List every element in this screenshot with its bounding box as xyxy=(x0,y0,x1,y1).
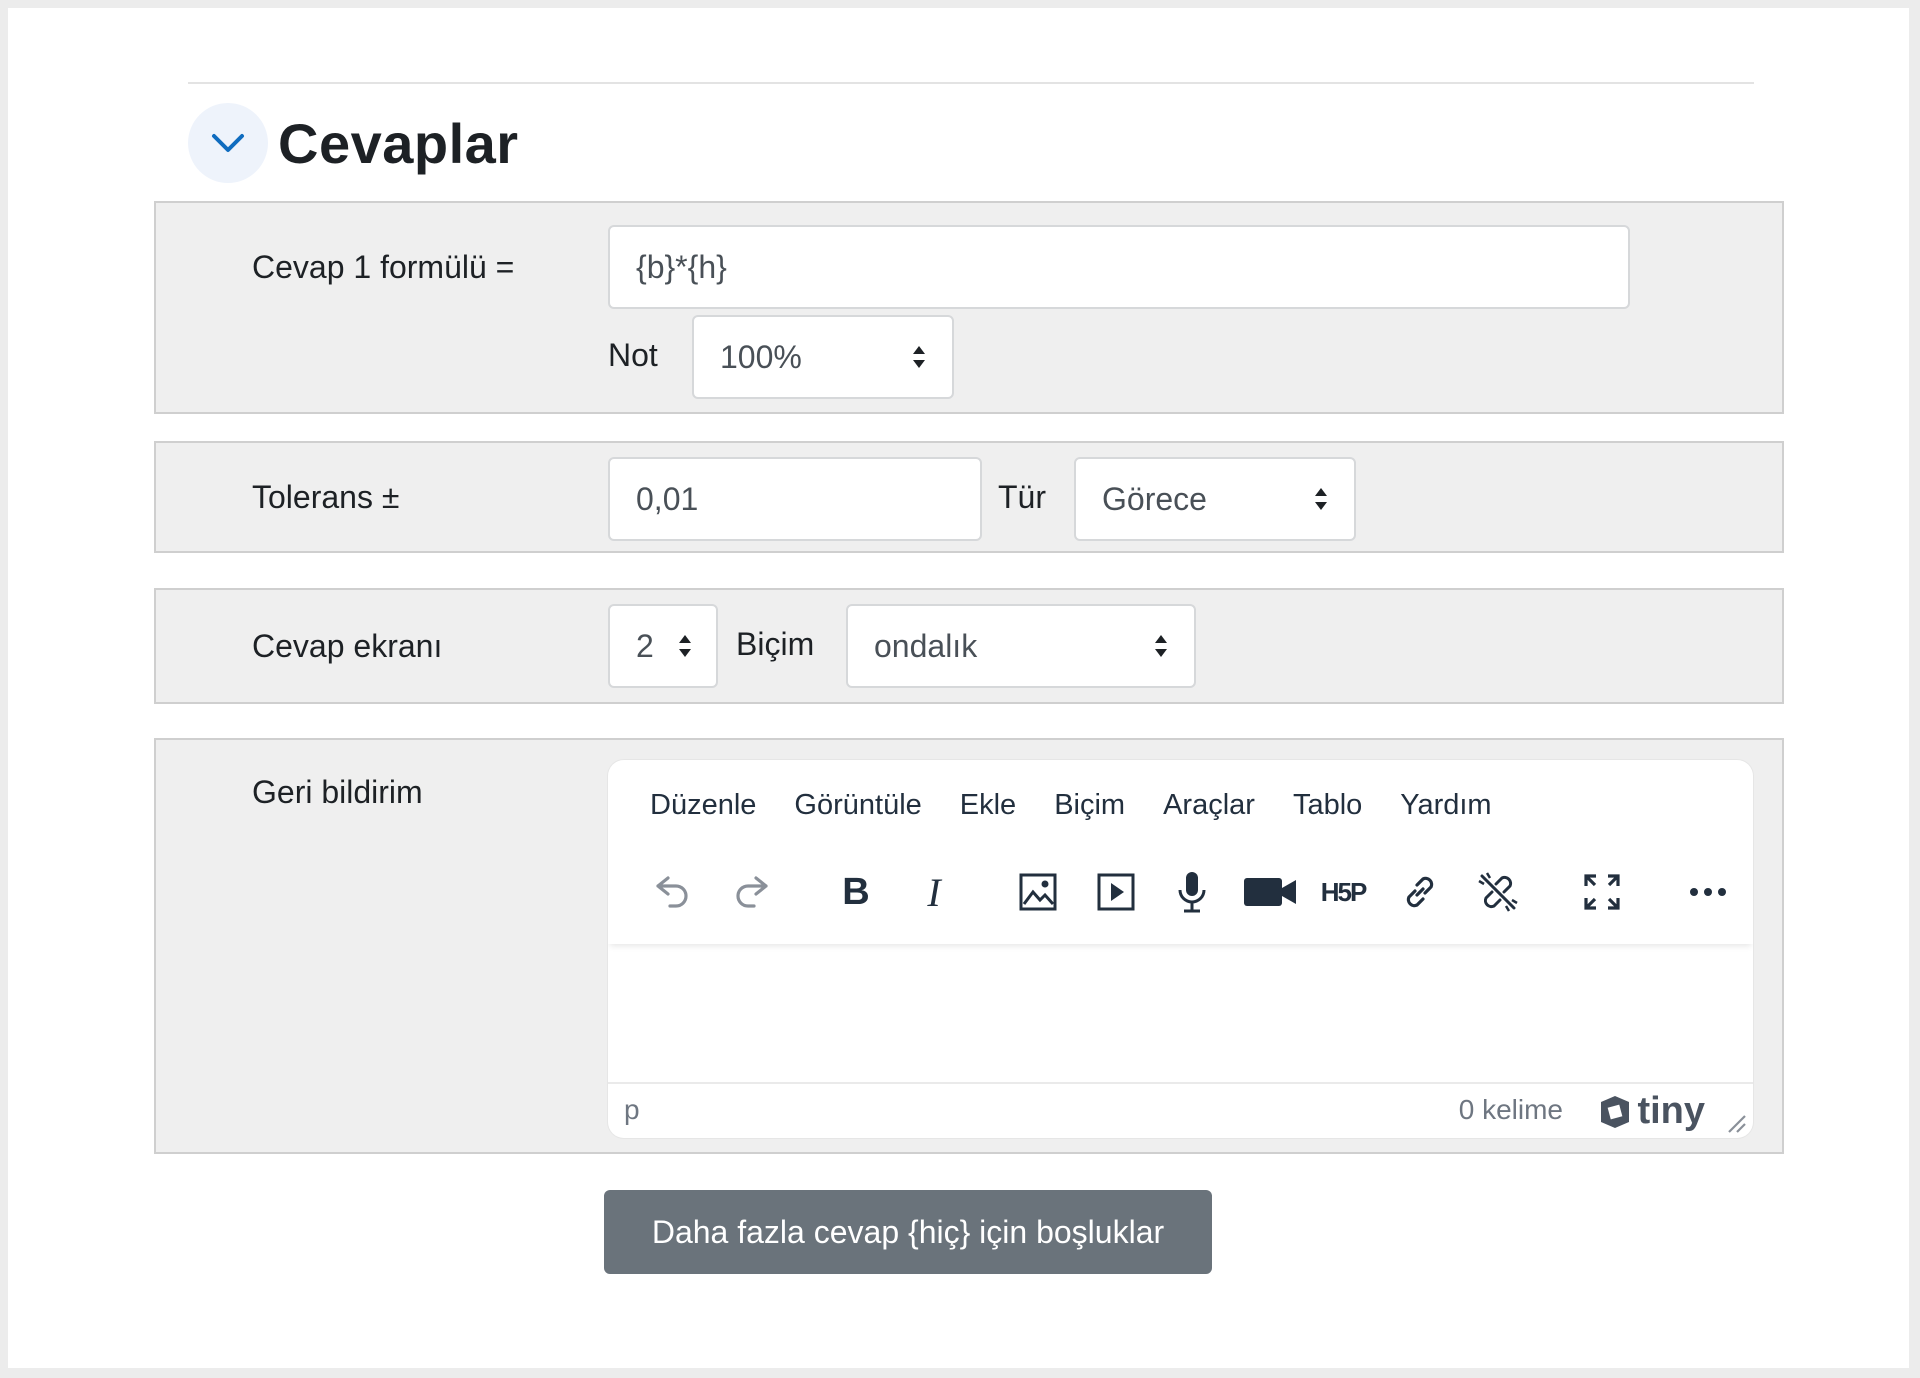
add-more-answers-button[interactable]: Daha fazla cevap {hiç} için boşluklar xyxy=(604,1190,1212,1274)
redo-button[interactable] xyxy=(726,866,778,918)
menu-format[interactable]: Biçim xyxy=(1054,789,1125,822)
menu-insert[interactable]: Ekle xyxy=(960,789,1016,822)
grade-select[interactable]: 100% xyxy=(692,315,954,399)
tolerance-row: Tolerans ± 0,01 Tür Görece xyxy=(154,441,1784,553)
answer-display-digits-select[interactable]: 2 xyxy=(608,604,718,688)
fullscreen-button[interactable] xyxy=(1576,866,1628,918)
undo-button[interactable] xyxy=(646,866,698,918)
answer-display-digits-value: 2 xyxy=(636,627,654,664)
format-select-value: ondalık xyxy=(874,627,978,664)
menu-table[interactable]: Tablo xyxy=(1293,789,1362,822)
answer-formula-label: Cevap 1 formülü = xyxy=(252,249,515,285)
section-title: Cevaplar xyxy=(278,111,519,175)
tiny-logo-icon xyxy=(1601,1095,1630,1128)
link-icon xyxy=(1406,876,1434,908)
tolerance-label: Tolerans ± xyxy=(252,479,400,515)
tolerance-type-label: Tür xyxy=(998,479,1046,515)
record-video-button[interactable] xyxy=(1238,866,1302,918)
select-arrows-icon xyxy=(1315,488,1327,510)
select-arrows-icon xyxy=(913,346,925,368)
select-arrows-icon xyxy=(1155,635,1167,657)
feedback-editor: Düzenle Görüntüle Ekle Biçim Araçlar Tab… xyxy=(608,760,1753,1138)
record-audio-button[interactable] xyxy=(1166,866,1218,918)
format-label: Biçim xyxy=(736,626,815,662)
editor-menubar: Düzenle Görüntüle Ekle Biçim Araçlar Tab… xyxy=(608,780,1530,830)
tolerance-value: 0,01 xyxy=(636,480,699,517)
tolerance-type-value: Görece xyxy=(1102,480,1207,517)
redo-icon xyxy=(736,876,768,908)
undo-icon xyxy=(656,876,688,908)
grade-select-value: 100% xyxy=(720,338,802,375)
video-camera-icon xyxy=(1244,878,1296,906)
page: Cevaplar Cevap 1 formülü = {b}*{h} Not 1… xyxy=(8,8,1909,1368)
image-icon xyxy=(1019,873,1057,911)
bold-button[interactable]: B xyxy=(830,866,882,918)
section-collapse-button[interactable] xyxy=(188,103,268,183)
menu-help[interactable]: Yardım xyxy=(1400,789,1491,822)
answer-formula-value: {b}*{h} xyxy=(636,248,727,285)
element-path[interactable]: p xyxy=(624,1094,640,1126)
section-divider xyxy=(188,82,1754,84)
menu-edit[interactable]: Düzenle xyxy=(650,789,756,822)
italic-button[interactable]: I xyxy=(908,866,960,918)
more-tools-button[interactable] xyxy=(1682,866,1734,918)
grade-label: Not xyxy=(608,337,658,373)
format-select[interactable]: ondalık xyxy=(846,604,1196,688)
section-header: Cevaplar xyxy=(188,103,519,183)
media-button[interactable] xyxy=(1090,866,1142,918)
chevron-down-icon xyxy=(212,134,244,152)
resize-handle-icon[interactable] xyxy=(1725,1112,1747,1134)
tiny-brand-text: tiny xyxy=(1637,1090,1705,1132)
media-icon xyxy=(1097,873,1135,911)
h5p-icon: H5P xyxy=(1320,876,1368,907)
more-icon xyxy=(1690,888,1726,896)
answer-formula-input[interactable]: {b}*{h} xyxy=(608,225,1630,309)
tolerance-input[interactable]: 0,01 xyxy=(608,457,982,541)
microphone-icon xyxy=(1178,872,1206,913)
answer-formula-row: Cevap 1 formülü = {b}*{h} Not 100% xyxy=(154,201,1784,414)
fullscreen-icon xyxy=(1584,874,1620,910)
word-count[interactable]: 0 kelime xyxy=(1459,1094,1563,1126)
image-button[interactable] xyxy=(1012,866,1064,918)
h5p-button[interactable]: H5P xyxy=(1308,866,1378,918)
feedback-label: Geri bildirim xyxy=(252,774,423,810)
answer-display-row: Cevap ekranı 2 Biçim ondalık xyxy=(154,588,1784,704)
editor-statusbar: p 0 kelime tiny xyxy=(608,1082,1753,1138)
bold-icon: B xyxy=(842,870,870,913)
tiny-brand-link[interactable]: tiny xyxy=(1597,1090,1705,1133)
editor-toolbar: B I H5P xyxy=(608,844,1753,944)
menu-view[interactable]: Görüntüle xyxy=(794,789,921,822)
editor-content-area[interactable] xyxy=(608,950,1753,1076)
unlink-icon xyxy=(1478,872,1518,912)
italic-icon: I xyxy=(927,869,941,915)
select-arrows-icon xyxy=(679,635,691,657)
answer-display-label: Cevap ekranı xyxy=(252,628,443,664)
link-button[interactable] xyxy=(1394,866,1446,918)
unlink-button[interactable] xyxy=(1472,866,1524,918)
tolerance-type-select[interactable]: Görece xyxy=(1074,457,1356,541)
menu-tools[interactable]: Araçlar xyxy=(1163,789,1255,822)
